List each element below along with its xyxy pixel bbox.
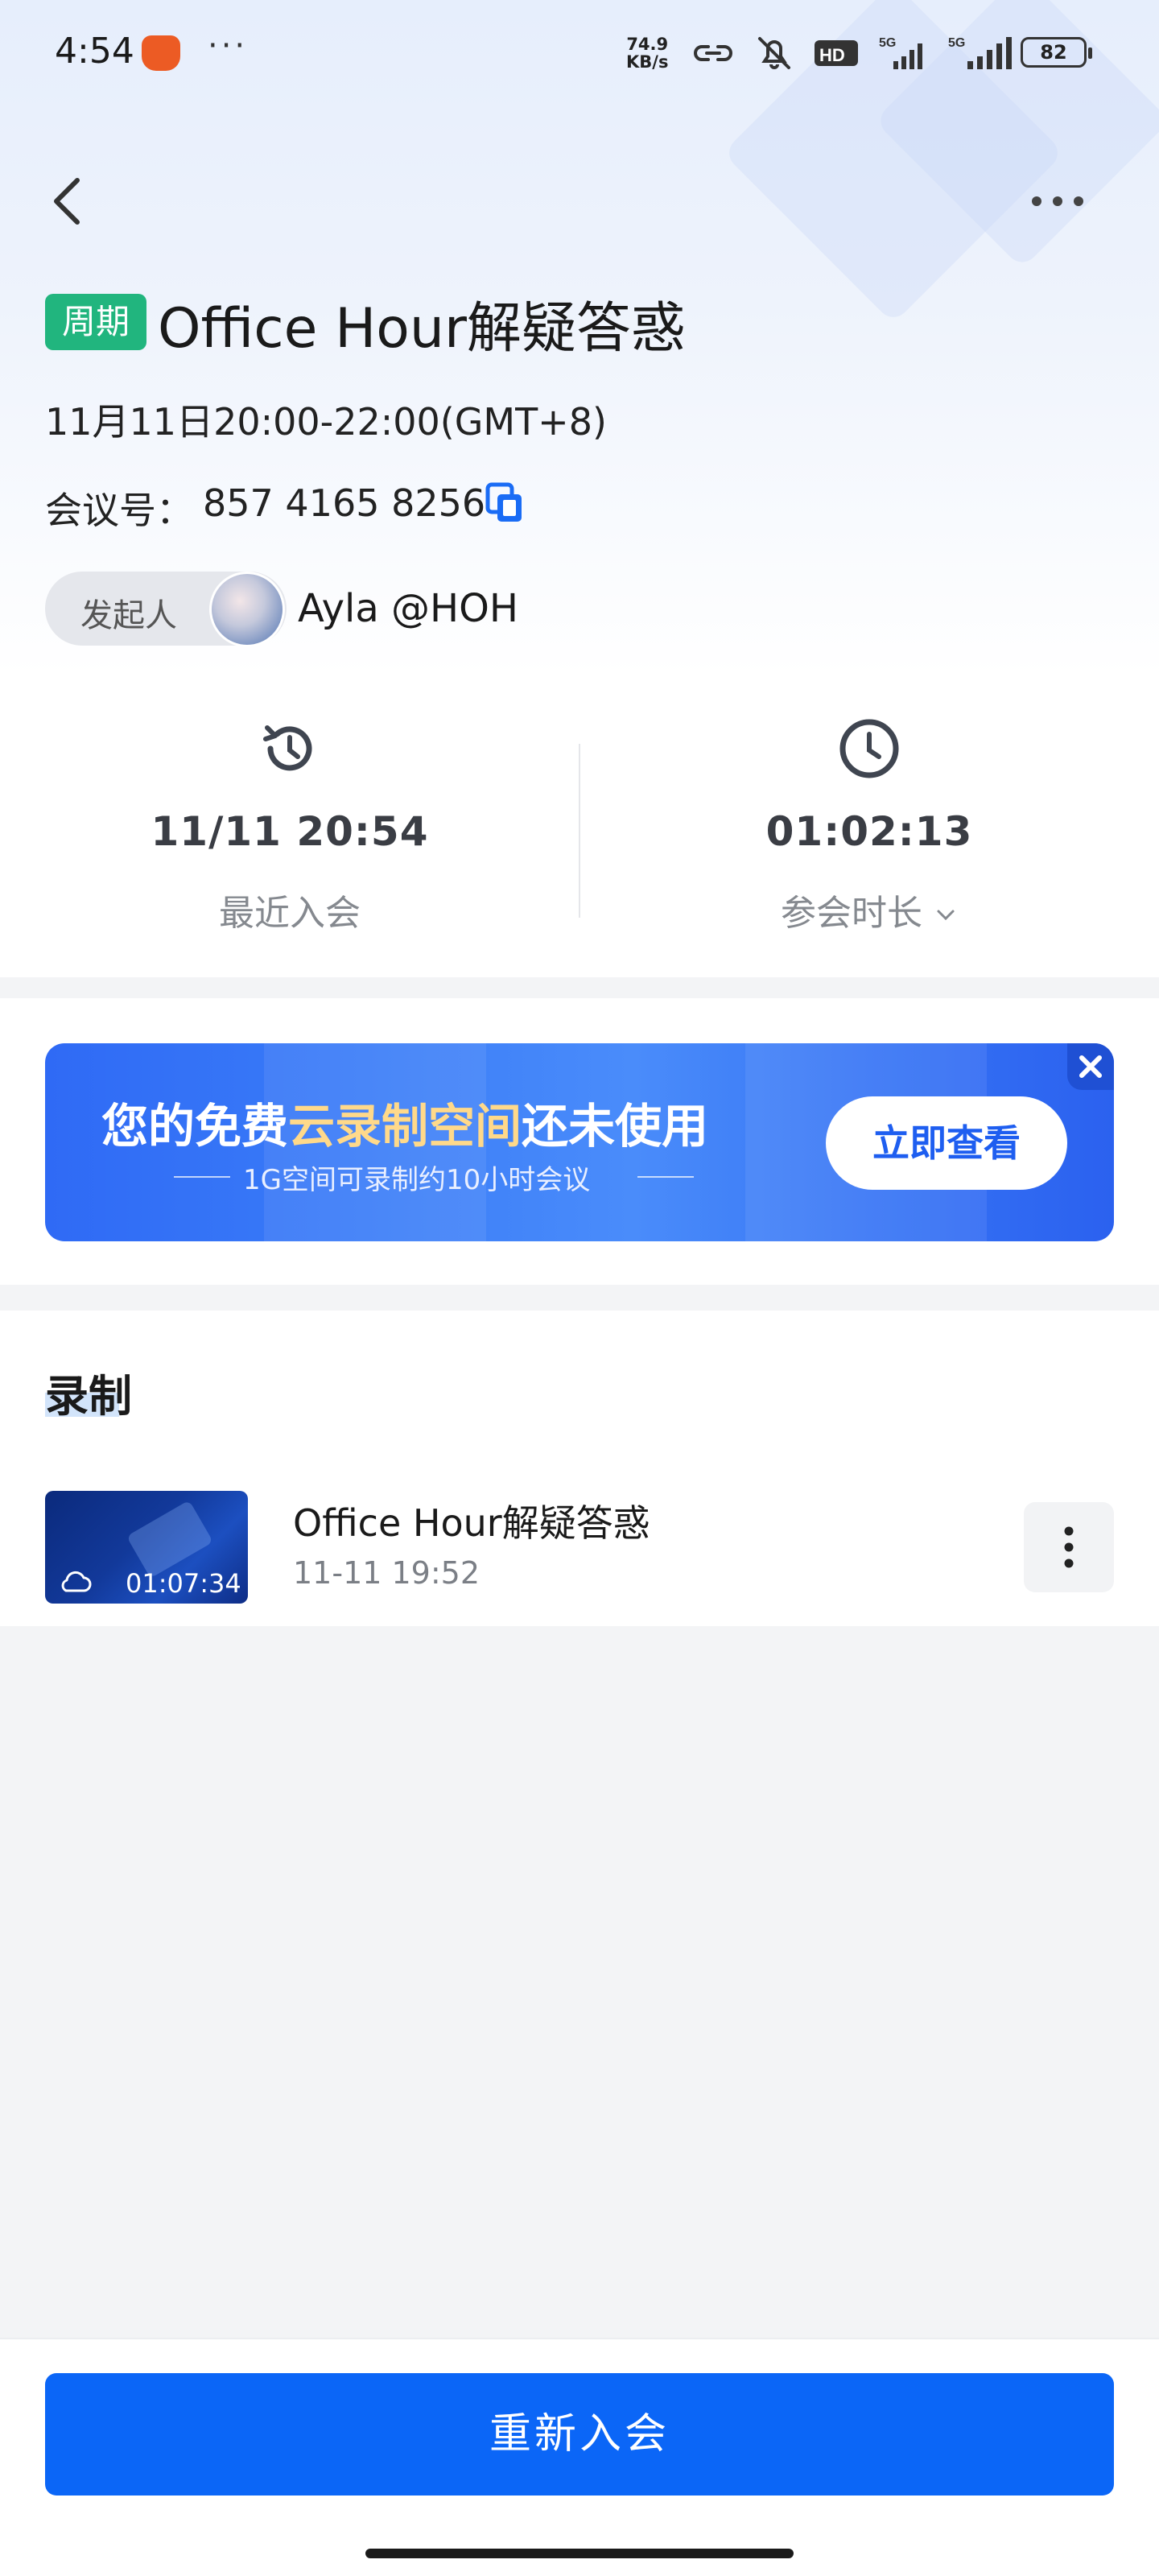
avatar[interactable] xyxy=(209,572,285,647)
app-notification-icon xyxy=(142,35,180,71)
copy-icon xyxy=(485,482,522,522)
copy-button[interactable] xyxy=(483,481,528,526)
svg-text:5G: 5G xyxy=(879,36,896,50)
signal-5g-icon-2: 5G xyxy=(948,36,1012,69)
banner-title-part1: 您的免费 xyxy=(101,1099,289,1154)
cloud-icon xyxy=(61,1571,92,1592)
back-button[interactable] xyxy=(45,169,93,233)
status-time: 4:54 xyxy=(55,31,134,72)
link-icon xyxy=(694,45,732,61)
mute-bell-icon xyxy=(758,37,790,69)
status-bar: 4:54 ··· 74.9 KB/s HD 5G 5G 82 xyxy=(0,0,1159,105)
recording-more-button[interactable] xyxy=(1024,1502,1114,1592)
network-speed-unit: KB/s xyxy=(626,52,669,72)
more-options-button[interactable] xyxy=(1025,185,1090,217)
banner-divider-line xyxy=(174,1176,230,1178)
recording-date: 11-11 19:52 xyxy=(293,1555,481,1591)
banner-divider-line xyxy=(637,1176,694,1178)
banner-title-highlight: 云录制空间 xyxy=(288,1099,522,1154)
duration-toggle[interactable]: 参会时长 xyxy=(668,884,1070,935)
status-icons: HD 5G 5G xyxy=(691,32,1014,74)
rejoin-button[interactable]: 重新入会 xyxy=(45,2373,1114,2496)
chevron-down-icon xyxy=(937,910,955,921)
more-vertical-icon xyxy=(1064,1526,1074,1568)
duration-label: 参会时长 xyxy=(781,893,922,934)
close-icon xyxy=(1079,1055,1102,1078)
last-join-value: 11/11 20:54 xyxy=(151,808,429,855)
stats-divider xyxy=(579,744,580,918)
recording-title[interactable]: Office Hour解疑答惑 xyxy=(293,1494,650,1547)
signal-5g-icon: 5G xyxy=(879,36,922,69)
banner-close-button[interactable] xyxy=(1067,1043,1114,1090)
banner-title-part2: 还未使用 xyxy=(522,1099,709,1154)
network-speed-value: 74.9 xyxy=(626,35,669,54)
host-label: 发起人 xyxy=(80,597,177,634)
recurring-tag: 周期 xyxy=(45,294,146,350)
network-speed: 74.9 KB/s xyxy=(626,35,668,71)
thumbnail-graphic xyxy=(126,1500,213,1579)
meeting-number: 857 4165 8256 xyxy=(203,481,486,525)
last-join-label: 最近入会 xyxy=(219,893,361,934)
host-name: Ayla @HOH xyxy=(298,586,518,631)
more-horizontal-icon xyxy=(1032,196,1083,206)
meeting-datetime: 11月11日20:00-22:00(GMT+8) xyxy=(45,400,607,444)
meeting-number-label: 会议号： xyxy=(45,489,193,532)
recording-duration: 01:07:34 xyxy=(126,1568,241,1599)
svg-text:HD: HD xyxy=(819,45,845,65)
history-clock-icon xyxy=(263,725,312,771)
hd-voice-icon: HD xyxy=(815,40,858,66)
svg-text:5G: 5G xyxy=(948,36,965,50)
banner-title: 您的免费云录制空间还未使用 xyxy=(101,1088,708,1156)
battery-indicator: 82 xyxy=(1021,37,1092,68)
more-notifications-indicator: ··· xyxy=(208,27,249,64)
view-now-button[interactable]: 立即查看 xyxy=(826,1096,1067,1190)
recordings-heading: 录制 xyxy=(45,1371,132,1422)
duration-value: 01:02:13 xyxy=(765,808,973,855)
chevron-left-icon xyxy=(54,178,80,225)
meeting-title: Office Hour解疑答惑 xyxy=(158,297,686,361)
banner-subtitle: 1G空间可录制约10小时会议 xyxy=(243,1164,591,1196)
recording-thumbnail[interactable]: 01:07:34 xyxy=(45,1491,248,1604)
clock-icon xyxy=(839,719,899,778)
home-indicator[interactable] xyxy=(365,2549,794,2558)
